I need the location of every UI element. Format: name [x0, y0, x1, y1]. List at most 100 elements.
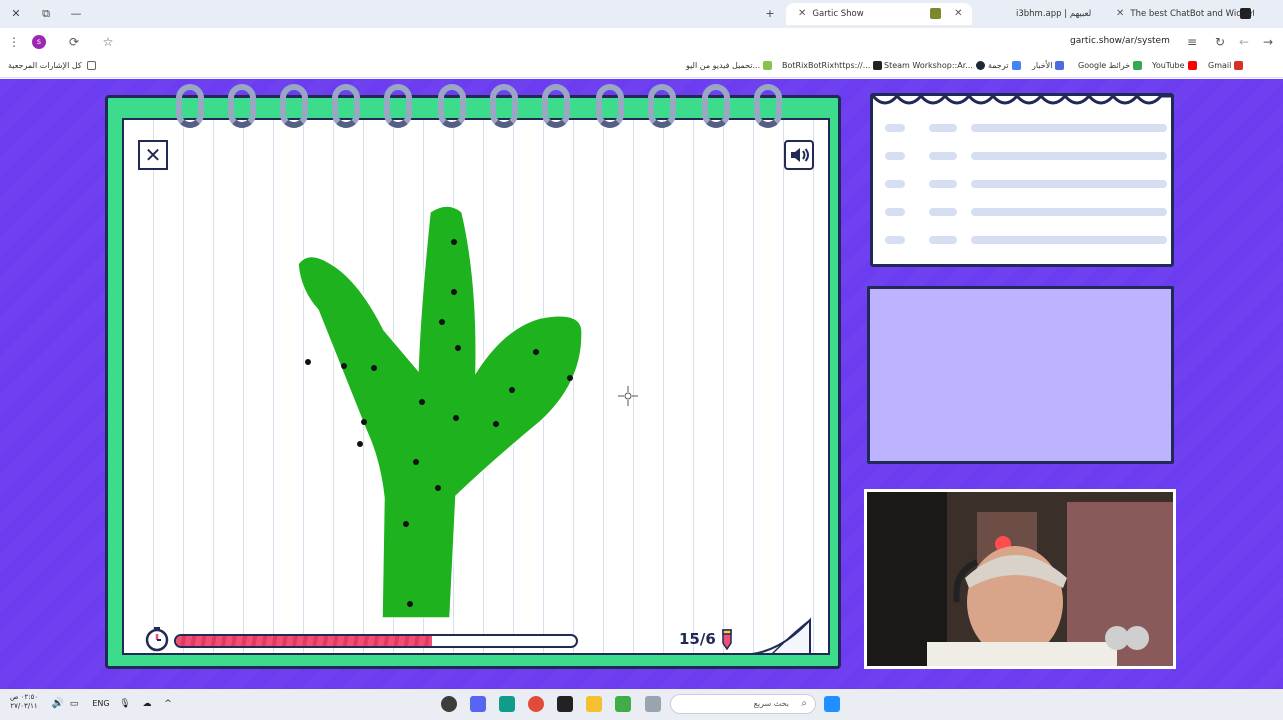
tab-close-icon[interactable]: ✕ [954, 3, 962, 25]
spiral-ring [280, 84, 308, 128]
tab-close-icon[interactable]: ✕ [1116, 3, 1124, 25]
all-bookmarks-folder[interactable]: كل الإشارات المرجعية [8, 61, 99, 70]
timer-progress-fill [176, 636, 432, 646]
notebook-spiral [176, 84, 796, 130]
gartic-favicon-icon [930, 8, 942, 19]
drawing-canvas[interactable] [148, 160, 804, 619]
notebook-page: ✕ 15/6 [122, 118, 830, 655]
spiral-ring [702, 84, 730, 128]
forward-arrow-icon[interactable]: ← [1236, 34, 1252, 50]
bookmark-label: YouTube [1152, 61, 1185, 70]
clock-time: ٠٢:٥٠ ص [10, 693, 39, 701]
stopwatch-icon [145, 627, 169, 652]
tab-label: Gartic Show [812, 9, 864, 19]
file-explorer-icon[interactable] [586, 696, 602, 712]
window-minimize-icon[interactable]: — [68, 6, 84, 22]
all-bookmarks-label: كل الإشارات المرجعية [8, 61, 82, 70]
cloud-icon[interactable]: ☁ [140, 696, 154, 712]
page-curl-icon[interactable] [752, 614, 812, 656]
bookmark-label: Steam Workshop::Ar... [884, 61, 973, 70]
timer-progress-bar [174, 634, 578, 648]
bookmark-news[interactable]: الأخبار [1032, 61, 1067, 70]
bookmark-label: الأخبار [1032, 61, 1053, 70]
task-view-icon[interactable] [645, 696, 661, 712]
spiral-ring [490, 84, 518, 128]
bookmark-label: Gmail [1208, 61, 1232, 70]
taskbar-search-input[interactable]: بحث سريع ⌕ [670, 694, 816, 714]
obs-app-icon[interactable] [441, 696, 457, 712]
search-placeholder: بحث سريع [753, 699, 789, 708]
speaker-icon[interactable]: 🔊 [50, 696, 66, 712]
player-row-placeholder [881, 206, 1171, 220]
player-row-placeholder [881, 150, 1171, 164]
menu-dots-icon[interactable]: ⋮ [6, 34, 22, 50]
back-arrow-icon[interactable]: → [1260, 34, 1276, 50]
round-counter: 15/6 [679, 630, 716, 648]
webcam-feed-image [867, 492, 1173, 666]
bookmark-maps[interactable]: Google خرائط [1078, 61, 1145, 70]
chrome-app-icon[interactable] [528, 696, 544, 712]
bookmark-translate[interactable]: ترجمة [988, 61, 1024, 70]
url-field[interactable]: gartic.show/ar/system [1070, 36, 1170, 46]
extensions-icon[interactable]: ⟳ [66, 34, 82, 50]
spiral-ring [648, 84, 676, 128]
spiral-ring [596, 84, 624, 128]
window-restore-icon[interactable]: ⧉ [38, 6, 54, 22]
spiral-ring [438, 84, 466, 128]
network-icon[interactable]: ▭ [66, 696, 82, 712]
window-close-icon[interactable]: ✕ [8, 6, 24, 22]
translate-icon [1011, 61, 1021, 70]
windows-taskbar: ٠٢:٥٠ ص ٢٧/٠٣/١١ 🔊 ▭ ENG 🎙 ☁ ^ بحث سريع … [0, 689, 1283, 720]
app-icon[interactable] [499, 696, 515, 712]
bookmark-label: تحميل فيديو من اليو... [686, 61, 761, 70]
spiral-ring [176, 84, 204, 128]
browser-tab-bar: ✕ ⧉ — + ✕ Gartic Show ✕ i3bhm.app | لعبيه… [0, 0, 1283, 28]
download-icon [763, 61, 773, 70]
news-icon [1055, 61, 1065, 70]
bookmarks-bar: كل الإشارات المرجعية Gmail YouTube Googl… [0, 56, 1283, 78]
taskbar-clock[interactable]: ٠٢:٥٠ ص ٢٧/٠٣/١١ [10, 693, 38, 711]
folder-icon [87, 61, 97, 70]
search-icon: ⌕ [801, 698, 807, 709]
bookmark-label: ترجمة [988, 61, 1009, 70]
chevron-up-icon[interactable]: ^ [162, 696, 174, 712]
pencil-icon [722, 629, 732, 650]
site-settings-icon[interactable]: ≡ [1184, 34, 1200, 50]
profile-avatar[interactable]: s [32, 35, 46, 49]
webcam-overlay [864, 489, 1176, 669]
clock-date: ٢٧/٠٣/١١ [10, 702, 38, 710]
discord-app-icon[interactable] [470, 696, 486, 712]
app-icon[interactable] [615, 696, 631, 712]
cactus-drawing [297, 205, 583, 619]
spiral-ring [332, 84, 360, 128]
language-indicator[interactable]: ENG [88, 696, 114, 712]
windows-start-icon[interactable] [824, 696, 840, 712]
bookmark-botrix[interactable]: BotRixBotRixhttps://... [782, 61, 885, 70]
new-tab-plus-icon[interactable]: + [762, 6, 778, 22]
maps-icon [1133, 61, 1143, 70]
bookmark-youtube[interactable]: YouTube [1152, 61, 1200, 70]
botrix-icon [873, 61, 883, 70]
gmail-icon [1234, 61, 1244, 70]
player-row-placeholder [881, 234, 1171, 248]
bookmark-steam[interactable]: Steam Workshop::Ar... [884, 61, 988, 70]
bookmark-label: Google خرائط [1078, 61, 1131, 70]
spiral-ring [228, 84, 256, 128]
chat-panel [867, 286, 1174, 464]
round-status-bar: 15/6 [144, 617, 811, 656]
bookmark-video-download[interactable]: تحميل فيديو من اليو... [686, 61, 775, 70]
youtube-icon [1187, 61, 1197, 70]
microphone-icon[interactable]: 🎙 [118, 696, 132, 712]
tab-chatbot[interactable]: ✕ The best ChatBot and Widgets [1104, 3, 1254, 25]
tab-close-icon[interactable]: ✕ [798, 3, 806, 25]
spiral-ring [542, 84, 570, 128]
app-icon[interactable] [557, 696, 573, 712]
gartic-game-area: ✕ 15/6 [0, 79, 1283, 689]
tab-i3bhm[interactable]: i3bhm.app | لعبيهم [1010, 3, 1106, 25]
tab-label: i3bhm.app | لعبيهم [1016, 9, 1092, 19]
tab-label: The best ChatBot and Widgets [1130, 9, 1254, 19]
reload-icon[interactable]: ↻ [1212, 34, 1228, 50]
tab-gartic-show[interactable]: ✕ Gartic Show ✕ [786, 3, 972, 25]
bookmark-gmail[interactable]: Gmail [1208, 61, 1246, 70]
bookmark-star-icon[interactable]: ☆ [100, 34, 116, 50]
